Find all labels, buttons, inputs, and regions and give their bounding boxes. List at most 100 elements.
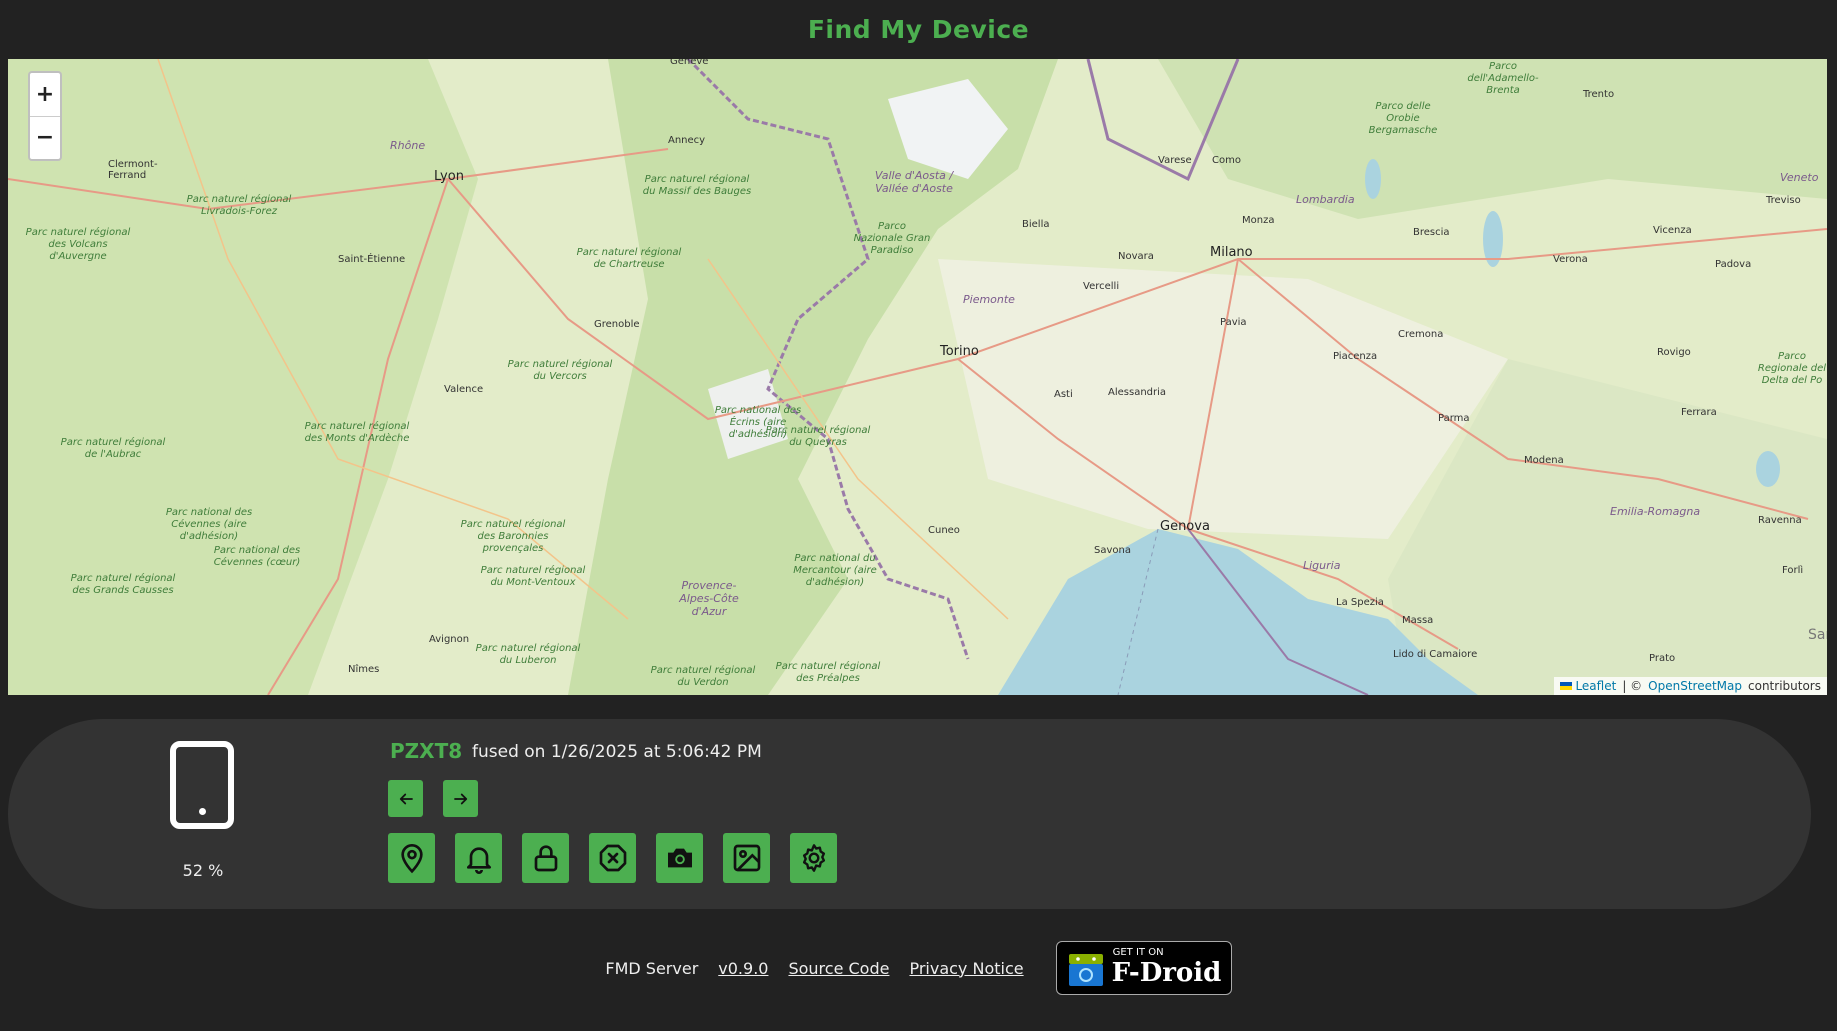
map-region-label: Veneto: [1780, 171, 1819, 184]
settings-button[interactable]: [790, 833, 837, 883]
zoom-out-button[interactable]: −: [30, 117, 60, 160]
map-attribution: Leaflet | © OpenStreetMap contributors: [1554, 677, 1827, 695]
attribution-separator: | ©: [1622, 679, 1643, 693]
previous-location-button[interactable]: [388, 780, 423, 817]
map-city-label: Ravenna: [1758, 515, 1802, 526]
badge-get-label: GET IT ON: [1112, 947, 1164, 958]
map-city-label: Avignon: [429, 634, 470, 645]
badge-name-label: F-Droid: [1111, 958, 1222, 988]
osm-link[interactable]: OpenStreetMap: [1648, 679, 1742, 693]
map-city-label: Vicenza: [1653, 225, 1692, 236]
map-city-label: Treviso: [1766, 195, 1801, 206]
map-park-label: Parc national du Mercantour (aire d'adhé…: [793, 553, 877, 588]
device-name: PZXT8: [390, 739, 463, 763]
arrow-left-icon: [399, 793, 413, 804]
map-region-label: Provence-Alpes-Côte d'Azur: [679, 579, 739, 618]
map-city-label: Rovigo: [1657, 347, 1691, 358]
map-park-label: Parc naturel régional du Luberon: [475, 643, 581, 666]
map-city-label: Modena: [1524, 455, 1564, 466]
arrow-right-icon: [453, 793, 467, 804]
map-park-label: Parc naturel régional du Vercors: [507, 359, 613, 382]
map-city-label: Lyon: [434, 169, 464, 184]
map-city-label: Massa: [1402, 615, 1434, 626]
privacy-notice-link[interactable]: Privacy Notice: [909, 959, 1023, 978]
map-park-label: Parc naturel régional des Baronnies prov…: [460, 519, 566, 554]
map-city-label: La Spezia: [1336, 597, 1384, 608]
delete-octagon-icon: [599, 844, 626, 872]
leaflet-link[interactable]: Leaflet: [1560, 679, 1616, 693]
map-city-label: Brescia: [1413, 227, 1450, 238]
image-icon: [733, 844, 760, 872]
map-city-label: Lido di Camaiore: [1393, 649, 1478, 660]
battery-level: 52 %: [182, 861, 224, 880]
map-region-label: Valle d'Aosta / Vallée d'Aoste: [874, 169, 954, 195]
bell-icon: [466, 847, 491, 874]
map-park-label: Parc naturel régional des Grands Causses: [70, 573, 176, 596]
pictures-button[interactable]: [723, 833, 770, 883]
zoom-in-button[interactable]: +: [30, 73, 60, 117]
location-info: fused on 1/26/2025 at 5:06:42 PM: [472, 742, 762, 762]
map-city-label: Ferrara: [1681, 407, 1717, 418]
map-park-label: Parco Nazionale Gran Paradiso: [853, 221, 931, 256]
map-region-label: Emilia-Romagna: [1610, 505, 1701, 518]
map-park-label: Parc naturel régional du Queyras: [765, 425, 871, 448]
map-tiles: [8, 59, 1827, 695]
ring-button[interactable]: [455, 833, 502, 883]
map-park-label: Parc naturel régional du Mont-Ventoux: [480, 565, 586, 588]
map-city-label: Clermont-Ferrand: [108, 159, 158, 181]
map-region-label: Liguria: [1303, 559, 1341, 572]
map-city-label: Alessandria: [1108, 387, 1167, 398]
map-city-label: Novara: [1118, 251, 1154, 262]
footer: FMD Server v0.9.0 Source Code Privacy No…: [0, 940, 1837, 996]
map-city-label: Cuneo: [928, 525, 960, 536]
source-code-link[interactable]: Source Code: [788, 959, 889, 978]
map-city-label: Milano: [1210, 245, 1253, 260]
map-city-label: Genova: [1160, 519, 1210, 534]
map-park-label: Parco dell'Adamello-Brenta: [1467, 61, 1539, 96]
camera-icon: [667, 848, 692, 868]
map-region-label: Piemonte: [963, 293, 1015, 306]
map-park-label: Parc naturel régional des Volcans d'Auve…: [25, 227, 131, 262]
map-city-label: Verona: [1553, 254, 1588, 265]
map-city-label: Valence: [444, 384, 484, 395]
map-park-label: Parc naturel régional de Chartreuse: [576, 247, 682, 270]
map-city-label: Monza: [1242, 215, 1275, 226]
map-park-label: Parc naturel régional du Verdon: [650, 665, 756, 688]
gear-icon: [802, 844, 825, 872]
next-location-button[interactable]: [443, 780, 478, 817]
map-city-label: Padova: [1715, 259, 1752, 270]
map-city-label: Savona: [1094, 545, 1131, 556]
fdroid-badge[interactable]: GET IT ON F-Droid: [1055, 941, 1232, 995]
map-pin-icon: [400, 844, 423, 874]
map-city-label: Varese: [1158, 155, 1192, 166]
zoom-control: + −: [28, 71, 62, 161]
lock-icon: [534, 845, 557, 872]
version-link[interactable]: v0.9.0: [718, 959, 768, 978]
map-city-label: Trento: [1583, 89, 1615, 100]
fdroid-logo-icon: [1068, 954, 1103, 986]
map-park-label: Parc naturel régional des Préalpes: [775, 661, 881, 684]
map-city-label: Torino: [940, 344, 979, 359]
map-region-label: Lombardia: [1296, 193, 1355, 206]
map-city-label: Piacenza: [1333, 351, 1378, 362]
map-park-label: Parco Regionale del Delta del Po: [1757, 351, 1827, 386]
ukraine-flag-icon: [1560, 682, 1573, 690]
page-title: Find My Device: [807, 15, 1030, 44]
phone-icon: [170, 741, 234, 829]
locate-button[interactable]: [388, 833, 435, 883]
lock-button[interactable]: [522, 833, 569, 883]
map-park-label: Parc naturel régional de l'Aubrac: [60, 437, 166, 460]
header: Find My Device: [0, 0, 1837, 59]
map-park-label: Parc naturel régional du Massif des Baug…: [642, 174, 752, 197]
map-city-label: Vercelli: [1083, 281, 1120, 292]
map-park-label: Parc national des Cévennes (cœur): [213, 545, 301, 568]
map-city-label: Genève: [670, 59, 709, 67]
map-park-label: Parc naturel régional des Monts d'Ardèch…: [304, 421, 410, 444]
map[interactable]: Lyon Torino Milano Genova Grenoble Annec…: [8, 59, 1827, 695]
camera-button[interactable]: [656, 833, 703, 883]
map-city-label: Saint-Étienne: [338, 254, 406, 265]
map-city-label: Grenoble: [594, 319, 640, 330]
map-park-label: Parco delle Orobie Bergamasche: [1368, 101, 1438, 136]
map-city-label: Nîmes: [348, 664, 380, 675]
delete-button[interactable]: [589, 833, 636, 883]
